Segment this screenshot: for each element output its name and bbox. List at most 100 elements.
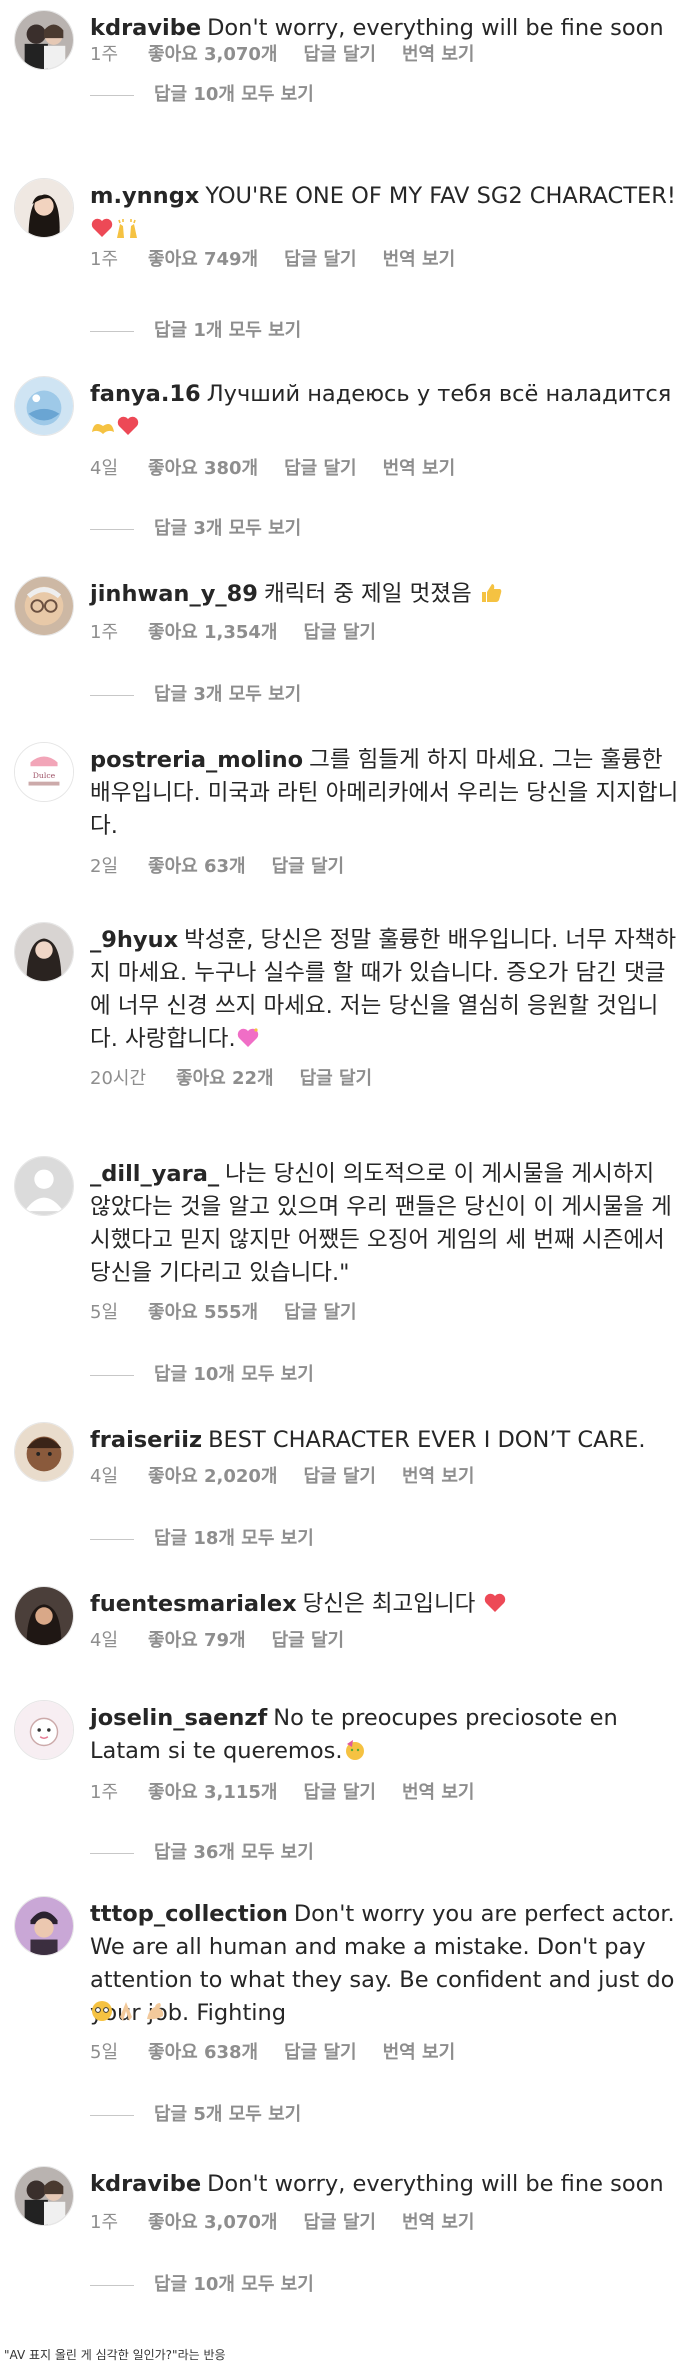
likes-button[interactable]: 좋아요 22개: [176, 1068, 274, 1089]
comment-meta: 4일 좋아요 2,020개 답글 달기 번역 보기: [90, 1462, 501, 1488]
translate-button[interactable]: 번역 보기: [383, 2042, 456, 2063]
reply-button[interactable]: 답글 달기: [303, 622, 376, 643]
view-replies-label: 답글 18개 모두 보기: [154, 1528, 314, 1549]
likes-button[interactable]: 좋아요 79개: [148, 1630, 246, 1651]
reply-button[interactable]: 답글 달기: [303, 44, 376, 65]
username[interactable]: _dill_yara_: [90, 1161, 219, 1187]
comment-text: jinhwan_y_89 캐릭터 중 제일 멋졌음: [90, 578, 690, 615]
couple-photo-avatar[interactable]: [14, 10, 74, 70]
view-replies-button[interactable]: 답글 10개 모두 보기: [90, 1360, 314, 1386]
woman-photo-avatar[interactable]: [14, 178, 74, 238]
reply-button[interactable]: 답글 달기: [272, 1630, 345, 1651]
comment-text: fanya.16 Лучший надеюсь у тебя всё налади…: [90, 378, 690, 448]
translate-button[interactable]: 번역 보기: [402, 2212, 475, 2233]
comment-meta: 1주 좋아요 3,115개 답글 달기 번역 보기: [90, 1778, 501, 1804]
translate-button[interactable]: 번역 보기: [383, 458, 456, 479]
timestamp: 2일: [90, 856, 119, 877]
comment-meta: 5일 좋아요 555개 답글 달기: [90, 1298, 383, 1324]
username[interactable]: joselin_saenzf: [90, 1705, 267, 1731]
comment-text: _9hyux 박성훈, 당신은 정말 훌륭한 배우입니다. 너무 자책하지 마세요…: [90, 924, 680, 1060]
view-replies-button[interactable]: 답글 36개 모두 보기: [90, 1838, 314, 1864]
username[interactable]: fraiseriiz: [90, 1427, 202, 1453]
cartoon-avatar[interactable]: [14, 1422, 74, 1482]
pleading-face-emoji: [90, 1999, 114, 2034]
reply-button[interactable]: 답글 달기: [303, 2212, 376, 2233]
likes-button[interactable]: 좋아요 1,354개: [148, 622, 277, 643]
thumbs-up-emoji: [479, 581, 503, 615]
likes-button[interactable]: 좋아요 3,070개: [148, 2212, 277, 2233]
timestamp: 5일: [90, 2042, 119, 2063]
comment-text: m.ynngx YOU'RE ONE OF MY FAV SG2 CHARACTE…: [90, 180, 690, 250]
likes-button[interactable]: 좋아요 63개: [148, 856, 246, 877]
translate-button[interactable]: 번역 보기: [402, 1782, 475, 1803]
timestamp: 4일: [90, 458, 119, 479]
reply-button[interactable]: 답글 달기: [284, 1302, 357, 1323]
username[interactable]: tttop_collection: [90, 1901, 288, 1927]
view-replies-button[interactable]: 답글 18개 모두 보기: [90, 1524, 314, 1550]
comment-text: joselin_saenzf No te preocupes preciosote…: [90, 1702, 690, 1772]
default-user-avatar[interactable]: [14, 1156, 74, 1216]
timestamp: 4일: [90, 1630, 119, 1651]
username[interactable]: postreria_molino: [90, 747, 303, 773]
view-replies-label: 답글 3개 모두 보기: [154, 684, 302, 705]
comment-text: fraiseriiz BEST CHARACTER EVER I DON’T CA…: [90, 1424, 690, 1457]
divider-line: [90, 2284, 134, 2286]
girl-photo-avatar[interactable]: [14, 922, 74, 982]
divider-line: [90, 1852, 134, 1854]
username[interactable]: _9hyux: [90, 927, 178, 953]
comment-meta: 1주 좋아요 3,070개 답글 달기 번역 보기: [90, 2208, 501, 2234]
username[interactable]: m.ynngx: [90, 183, 199, 209]
divider-line: [90, 330, 134, 332]
view-replies-button[interactable]: 답글 3개 모두 보기: [90, 680, 301, 706]
flexed-biceps-emoji: [143, 1999, 167, 2034]
reply-button[interactable]: 답글 달기: [284, 458, 357, 479]
reply-button[interactable]: 답글 달기: [300, 1068, 373, 1089]
timestamp: 5일: [90, 1302, 119, 1323]
timestamp: 1주: [90, 2212, 119, 2233]
comment-text: postreria_molino 그를 힘들게 하지 마세요. 그는 훌륭한 배우…: [90, 744, 680, 843]
username[interactable]: kdravibe: [90, 15, 201, 41]
username[interactable]: fuentesmarialex: [90, 1591, 297, 1617]
translate-button[interactable]: 번역 보기: [402, 44, 475, 65]
username[interactable]: kdravibe: [90, 2171, 201, 2197]
timestamp: 1주: [90, 622, 119, 643]
comment-body: Don't worry, everything will be fine soo…: [207, 2171, 664, 2197]
cute-character-avatar[interactable]: [14, 1700, 74, 1760]
view-replies-button[interactable]: 답글 1개 모두 보기: [90, 316, 301, 342]
old-man-avatar[interactable]: [14, 576, 74, 636]
view-replies-button[interactable]: 답글 10개 모두 보기: [90, 2270, 314, 2296]
divider-line: [90, 94, 134, 96]
likes-button[interactable]: 좋아요 3,115개: [148, 1782, 277, 1803]
username[interactable]: fanya.16: [90, 381, 201, 407]
reply-button[interactable]: 답글 달기: [303, 1466, 376, 1487]
heart-emoji: [116, 414, 140, 448]
likes-button[interactable]: 좋아요 3,070개: [148, 44, 277, 65]
reply-button[interactable]: 답글 달기: [284, 2042, 357, 2063]
heart-emoji: [483, 1591, 507, 1625]
likes-button[interactable]: 좋아요 638개: [148, 2042, 258, 2063]
view-replies-button[interactable]: 답글 3개 모두 보기: [90, 514, 301, 540]
comment-meta: 2일 좋아요 63개 답글 달기: [90, 852, 370, 878]
likes-button[interactable]: 좋아요 749개: [148, 249, 258, 270]
couple-photo-avatar[interactable]: [14, 2166, 74, 2226]
comment-body: 캐릭터 중 제일 멋졌음: [263, 581, 472, 607]
username[interactable]: jinhwan_y_89: [90, 581, 258, 607]
reply-button[interactable]: 답글 달기: [272, 856, 345, 877]
bakery-logo-avatar[interactable]: Dulce: [14, 742, 74, 802]
likes-button[interactable]: 좋아요 2,020개: [148, 1466, 277, 1487]
view-replies-label: 답글 10개 모두 보기: [154, 2274, 314, 2295]
translate-button[interactable]: 번역 보기: [402, 1466, 475, 1487]
timestamp: 4일: [90, 1466, 119, 1487]
man-photo-avatar[interactable]: [14, 1896, 74, 1956]
woman-selfie-avatar[interactable]: [14, 1586, 74, 1646]
likes-button[interactable]: 좋아요 555개: [148, 1302, 258, 1323]
divider-line: [90, 1538, 134, 1540]
likes-button[interactable]: 좋아요 380개: [148, 458, 258, 479]
reply-button[interactable]: 답글 달기: [303, 1782, 376, 1803]
reply-button[interactable]: 답글 달기: [284, 249, 357, 270]
view-replies-button[interactable]: 답글 5개 모두 보기: [90, 2100, 301, 2126]
view-replies-button[interactable]: 답글 10개 모두 보기: [90, 80, 314, 106]
translate-button[interactable]: 번역 보기: [383, 249, 456, 270]
planet-avatar[interactable]: [14, 376, 74, 436]
comment-meta: 20시간 좋아요 22개 답글 달기: [90, 1064, 398, 1090]
